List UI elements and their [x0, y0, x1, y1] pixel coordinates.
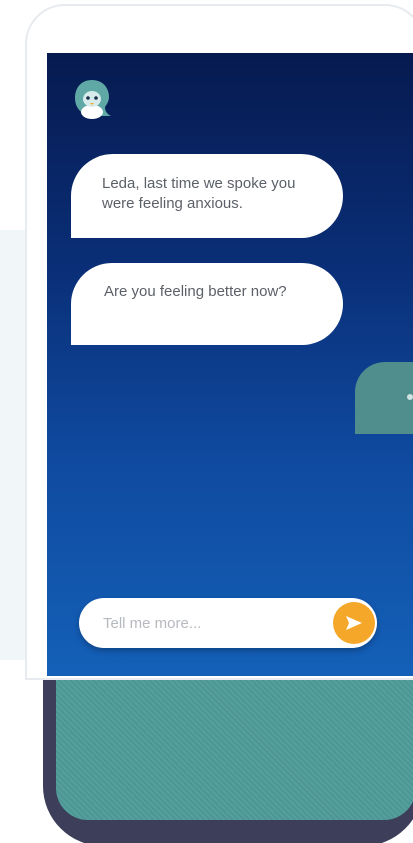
- chat-message: Are you feeling better now?: [71, 263, 343, 345]
- dot-icon: [407, 394, 413, 400]
- message-input[interactable]: [103, 598, 313, 648]
- message-input-bar: [79, 598, 377, 648]
- mascot-avatar-icon: [71, 77, 113, 123]
- side-panel-tab[interactable]: [355, 362, 413, 434]
- chat-message: Leda, last time we spoke you were feelin…: [71, 154, 343, 238]
- promo-stage: Leda, last time we spoke you were feelin…: [0, 0, 413, 843]
- chat-message-text: Leda, last time we spoke you were feelin…: [102, 175, 296, 212]
- send-button[interactable]: [333, 602, 375, 644]
- chat-message-text: Are you feeling better now?: [104, 283, 287, 300]
- send-arrow-icon: [346, 616, 362, 630]
- chat-screen: Leda, last time we spoke you were feelin…: [47, 53, 413, 676]
